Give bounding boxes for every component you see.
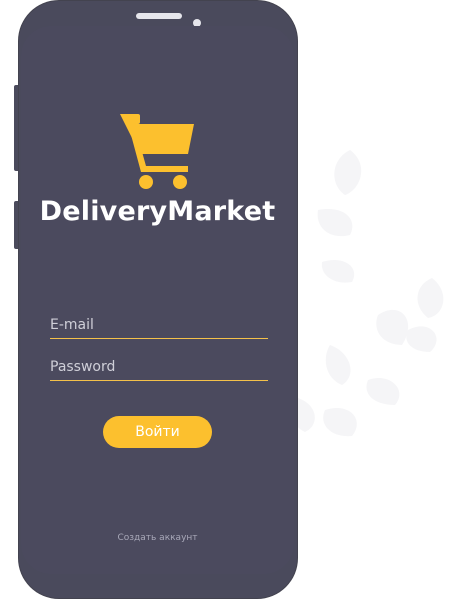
petal-shape — [406, 326, 437, 352]
password-input[interactable] — [50, 356, 268, 378]
login-screen — [21, 26, 294, 574]
petal-shape — [334, 150, 362, 195]
petal-shape — [366, 378, 400, 405]
email-field — [50, 314, 268, 339]
petal-shape — [321, 260, 355, 283]
create-account-link[interactable]: Создать аккаунт — [21, 533, 294, 543]
shopping-cart-icon — [120, 114, 194, 189]
petal-shape — [325, 345, 351, 385]
login-button[interactable]: Войти — [103, 416, 212, 448]
petal-shape — [376, 309, 409, 345]
app-root: DeliveryMarket Войти Создать аккаунт — [0, 0, 459, 599]
password-field — [50, 356, 268, 381]
petal-shape — [417, 278, 444, 318]
brand-title: DeliveryMarket — [39, 196, 276, 227]
petal-shape — [323, 408, 357, 437]
email-input[interactable] — [50, 314, 268, 336]
login-button-label: Войти — [135, 424, 180, 440]
petal-shape — [317, 209, 353, 237]
phone-speaker — [136, 13, 182, 19]
